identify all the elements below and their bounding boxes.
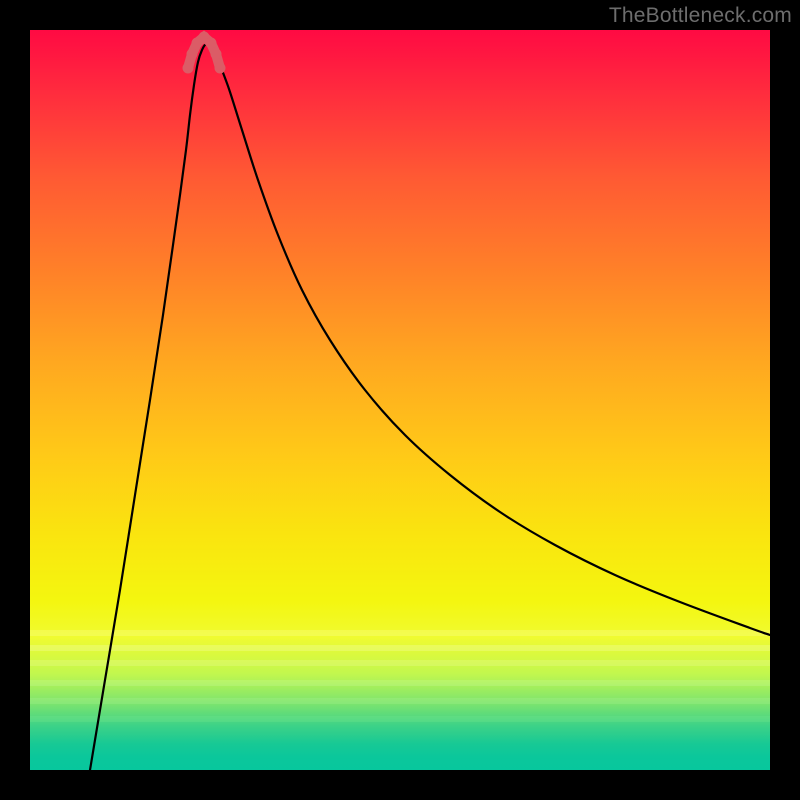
bottleneck-curve (30, 30, 770, 770)
plot-area (30, 30, 770, 770)
watermark-text: TheBottleneck.com (609, 4, 792, 28)
